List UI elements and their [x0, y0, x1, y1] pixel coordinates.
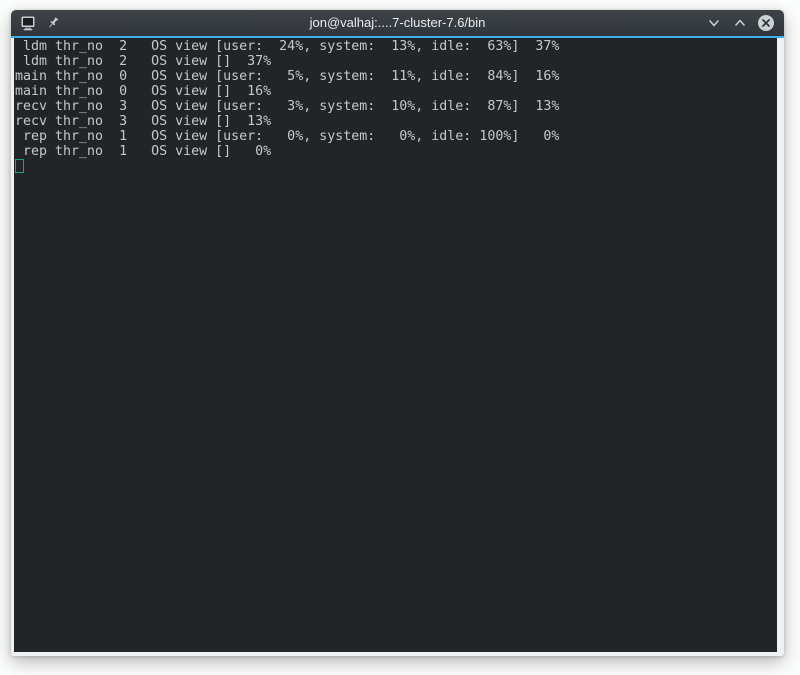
thread-main-bar-row: main thr_no 0 OS view [] 16%: [15, 84, 777, 99]
bar-row-prefix: rep thr_no 1 OS view [: [15, 144, 223, 159]
thread-rep-bar-row: rep thr_no 1 OS view [] 0%: [15, 144, 777, 159]
titlebar[interactable]: jon@valhaj:....7-cluster-7.6/bin: [11, 10, 784, 36]
chevron-up-icon: [733, 16, 747, 30]
titlebar-left-icons: [20, 15, 61, 31]
window-controls: [705, 14, 775, 32]
thread-stats-text: ldm thr_no 2 OS view [user: 24%, system:…: [15, 39, 559, 54]
thread-ldm-bar-row: ldm thr_no 2 OS view [] 37%: [15, 54, 777, 69]
thread-ldm-stats-row: ldm thr_no 2 OS view [user: 24%, system:…: [15, 39, 777, 54]
minimize-button[interactable]: [705, 14, 723, 32]
thread-recv-stats-row: recv thr_no 3 OS view [user: 3%, system:…: [15, 99, 777, 114]
thread-rep-stats-row: rep thr_no 1 OS view [user: 0%, system: …: [15, 129, 777, 144]
close-x-circle-icon: [757, 14, 775, 32]
cursor-row: [15, 159, 777, 175]
thread-recv-bar-row: recv thr_no 3 OS view [] 13%: [15, 114, 777, 129]
bar-row-suffix: ] 37%: [223, 54, 271, 69]
terminal-window: jon@valhaj:....7-cluster-7.6/bin: [11, 10, 784, 656]
close-button[interactable]: [757, 14, 775, 32]
desktop: jon@valhaj:....7-cluster-7.6/bin: [0, 0, 800, 675]
bar-row-prefix: ldm thr_no 2 OS view [: [15, 54, 223, 69]
bar-row-suffix: ] 16%: [223, 84, 271, 99]
bar-row-suffix: ] 0%: [223, 144, 271, 159]
window-title: jon@valhaj:....7-cluster-7.6/bin: [11, 10, 784, 36]
bar-row-prefix: recv thr_no 3 OS view [: [15, 114, 223, 129]
chevron-down-icon: [707, 16, 721, 30]
terminal-icon: [20, 15, 36, 31]
pin-icon[interactable]: [45, 15, 61, 31]
thread-stats-text: main thr_no 0 OS view [user: 5%, system:…: [15, 69, 559, 84]
window-body: ldm thr_no 2 OS view [user: 24%, system:…: [11, 38, 784, 656]
bar-row-prefix: main thr_no 0 OS view [: [15, 84, 223, 99]
terminal-cursor: [15, 159, 24, 173]
maximize-button[interactable]: [731, 14, 749, 32]
scrollbar-track[interactable]: [777, 38, 784, 652]
bar-row-suffix: ] 13%: [223, 114, 271, 129]
thread-stats-text: recv thr_no 3 OS view [user: 3%, system:…: [15, 99, 559, 114]
thread-main-stats-row: main thr_no 0 OS view [user: 5%, system:…: [15, 69, 777, 84]
thread-stats-text: rep thr_no 1 OS view [user: 0%, system: …: [15, 129, 559, 144]
terminal-screen[interactable]: ldm thr_no 2 OS view [user: 24%, system:…: [14, 38, 777, 652]
